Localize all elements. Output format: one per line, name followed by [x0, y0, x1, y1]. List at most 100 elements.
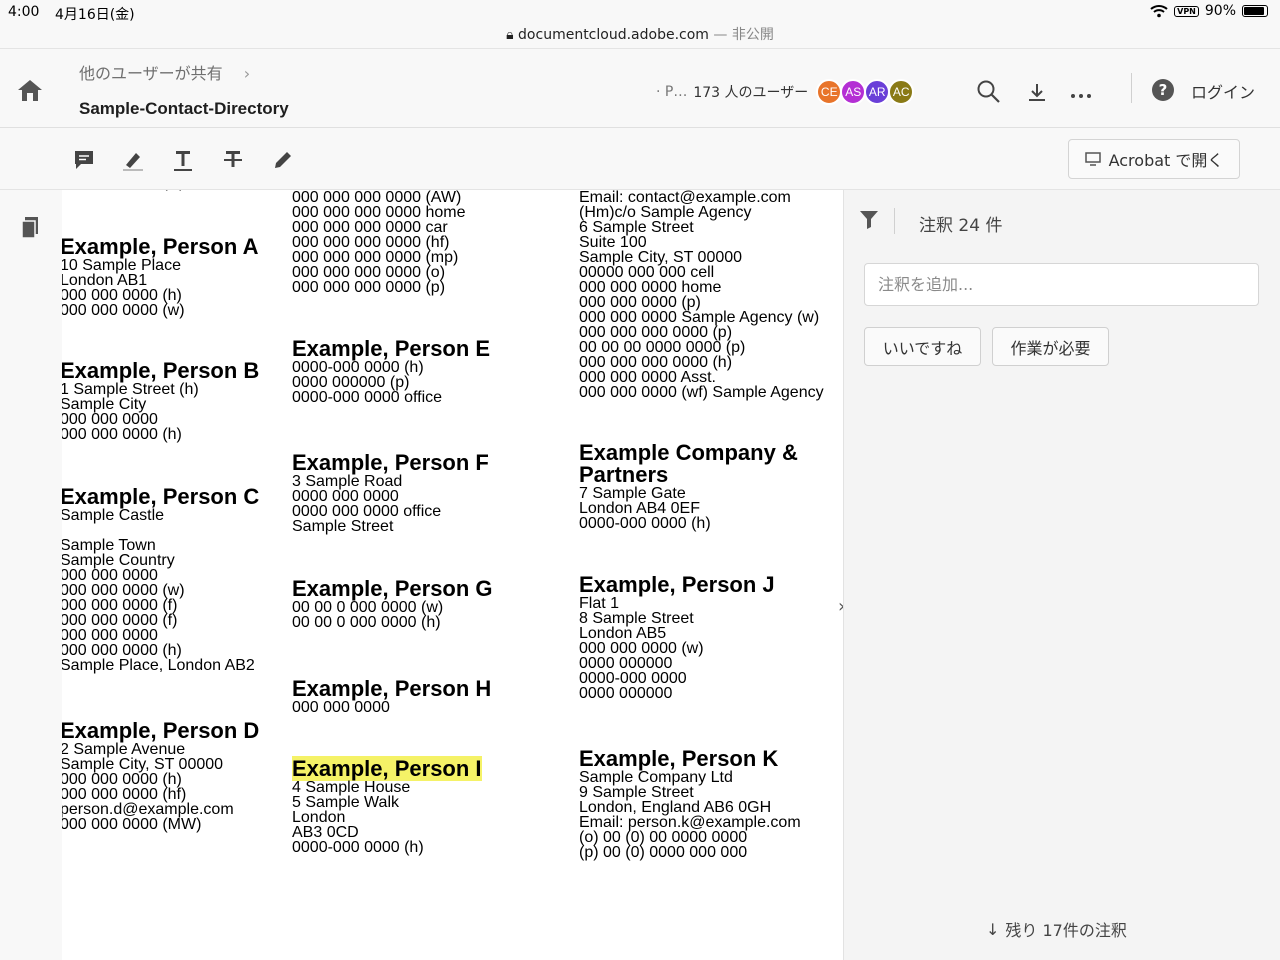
- download-icon[interactable]: [1024, 79, 1050, 105]
- address-entry: Example, Person I4 Sample House 5 Sample …: [292, 756, 482, 856]
- pages-icon[interactable]: [20, 216, 40, 240]
- entry-name: Example, Person B: [62, 358, 260, 383]
- share-info[interactable]: · P… 173 人のユーザー CE AS AR AC: [656, 79, 915, 105]
- open-acrobat-label: Acrobat で開く: [1108, 151, 1224, 170]
- entry-line: 000 000 0000 (MW): [62, 816, 202, 833]
- filter-icon[interactable]: [858, 208, 880, 230]
- avatar[interactable]: AC: [888, 79, 915, 105]
- entry-line: 000 000 000 0000 home: [292, 204, 466, 221]
- entry-name: Example, Person A: [62, 234, 259, 259]
- address-entry: Example, Person G 00 00 0 000 0000 (w) 00 …: [292, 576, 493, 631]
- address-entry: Example, Person B1 Sample Street (h) Samp…: [62, 358, 260, 443]
- panel-divider: [894, 208, 895, 234]
- avatar[interactable]: AR: [864, 79, 891, 105]
- avatar[interactable]: AS: [840, 79, 867, 105]
- status-time: 4:00: [8, 4, 40, 20]
- address-entry: Example, Person C Sample Castle Sample To…: [62, 486, 259, 674]
- entry-line: 000 000 0000 (h): [62, 287, 182, 304]
- remaining-comments[interactable]: ↓ 残り 17件の注釈: [986, 917, 1127, 941]
- entry-line: AB3 0CD: [292, 824, 359, 841]
- highlight-annotation[interactable]: Example, Person I: [292, 756, 482, 781]
- entry-line: Email: person.k@example.com: [579, 814, 801, 831]
- address-entry: Example, Person H 000 000 0000: [292, 676, 492, 716]
- entry-line: 000 000 0000 (h): [62, 771, 182, 788]
- address-entry: Example, Person E 0000-000 0000 (h) 0000 0…: [292, 336, 491, 406]
- home-icon[interactable]: [16, 77, 44, 103]
- battery-icon: [1242, 5, 1268, 17]
- vpn-badge: VPN: [1174, 5, 1199, 17]
- entry-name: Partners: [579, 462, 669, 487]
- entry-name: Example, Person H: [292, 676, 492, 701]
- strikethrough-icon[interactable]: [221, 148, 245, 172]
- help-icon[interactable]: ?: [1150, 77, 1176, 103]
- entry-name: Example, Person G: [292, 576, 493, 601]
- entry-line: 000 000 0000 (wf) Sample Agency: [579, 384, 824, 401]
- entry-line: London AB4 0EF: [579, 500, 700, 517]
- entry-line: person.d@example.com: [62, 801, 234, 818]
- entry-name: Example, Person D: [62, 718, 260, 743]
- entry-line: 000 000 0000 (f): [62, 597, 178, 614]
- entry-line: Email: contact@example.com: [579, 190, 791, 206]
- entry-line: 000 000 0000 (p): [579, 294, 701, 311]
- chevron-right-icon: ›: [243, 64, 251, 83]
- entry-line: 00 00 00 0000 0000 (p): [579, 339, 746, 356]
- share-prefix: · P…: [656, 84, 688, 100]
- users-count[interactable]: 173 人のユーザー: [693, 82, 808, 102]
- entry-line: Sample Company Ltd: [579, 769, 733, 786]
- entry-line: 000 000 000 0000 (o): [292, 264, 446, 281]
- breadcrumb[interactable]: 他のユーザーが共有 ›: [79, 60, 250, 84]
- battery-percent: 90%: [1204, 3, 1236, 19]
- open-in-acrobat-button[interactable]: Acrobat で開く: [1068, 139, 1240, 179]
- address-entry: Example Company & Partners 7 Sample Gate Lo…: [579, 442, 798, 532]
- entry-line: Sample Place, London AB2: [62, 657, 255, 674]
- wifi-icon: [1150, 5, 1168, 18]
- entry-line: 000 000 0000 (w): [579, 640, 704, 657]
- like-chip[interactable]: いいですね: [864, 327, 981, 366]
- entry-name: Example, Person I: [292, 756, 482, 781]
- search-icon[interactable]: [976, 79, 1002, 105]
- entry-line: London AB5: [579, 625, 667, 642]
- login-button[interactable]: ログイン: [1191, 79, 1255, 103]
- comment-count: 注釈 24 件: [919, 216, 1003, 236]
- entry-line: 00000 000 000 cell: [579, 264, 715, 281]
- draw-icon[interactable]: [271, 148, 295, 172]
- url-text: documentcloud.adobe.com: [518, 27, 709, 43]
- left-rail: [0, 190, 62, 960]
- highlight-icon[interactable]: [121, 148, 145, 172]
- entry-line: 0000 000 0000 office: [292, 503, 442, 520]
- more-icon[interactable]: [1068, 79, 1094, 105]
- entry-line: 000 000 0000 (f): [62, 612, 178, 629]
- entry-line: Sample Castle: [62, 507, 165, 524]
- add-comment-input[interactable]: [864, 263, 1259, 306]
- entry-line: 0000-000 0000: [579, 670, 687, 687]
- entry-line: 5 Sample Walk: [292, 794, 399, 811]
- entry-line: London AB1: [62, 272, 148, 289]
- document-page[interactable]: 000 000 0000 (w)Example, Person A10 Samp…: [62, 190, 843, 960]
- entry-line: 000 000 000 0000 (AW): [292, 190, 462, 206]
- entry-line: 000 000 000 0000 car: [292, 219, 448, 236]
- entry-line: 0000-000 0000 office: [292, 389, 443, 406]
- avatar-group[interactable]: CE AS AR AC: [816, 79, 915, 105]
- entry-line: 000 000 0000 (w): [62, 302, 185, 319]
- avatar[interactable]: CE: [816, 79, 843, 105]
- status-date: 4月16日(金): [55, 7, 135, 23]
- svg-text:?: ?: [1159, 81, 1168, 99]
- monitor-icon: [1084, 152, 1101, 166]
- comments-panel: 注釈 24 件 いいですね 作業が必要 ↓ 残り 17件の注釈: [843, 190, 1280, 960]
- text-underline-icon[interactable]: [171, 148, 195, 172]
- entry-line: 000 000 0000 (hf): [62, 786, 187, 803]
- entry-line: 9 Sample Street: [579, 784, 694, 801]
- entry-line: 0000 000 0000: [292, 488, 399, 505]
- entry-name: Example, Person E: [292, 336, 491, 361]
- entry-line: 8 Sample Street: [579, 610, 694, 627]
- comment-icon[interactable]: [72, 148, 96, 172]
- entry-name: Example, Person J: [579, 572, 775, 597]
- entry-line: Suite 100: [579, 234, 647, 251]
- breadcrumb-shared[interactable]: 他のユーザーが共有: [79, 64, 223, 83]
- address-bar[interactable]: 🔒︎ documentcloud.adobe.com — 非公開: [0, 24, 1280, 44]
- address-entry: Example, Person F3 Sample Road 0000 000 0…: [292, 452, 489, 535]
- address-entry: Example, Person J Flat 18 Sample Street Lo…: [579, 572, 775, 702]
- needs-work-chip[interactable]: 作業が必要: [992, 327, 1109, 366]
- entry-line: (o) 00 (0) 00 0000 0000: [579, 829, 748, 846]
- remaining-label: 残り 17件の注釈: [1005, 921, 1127, 940]
